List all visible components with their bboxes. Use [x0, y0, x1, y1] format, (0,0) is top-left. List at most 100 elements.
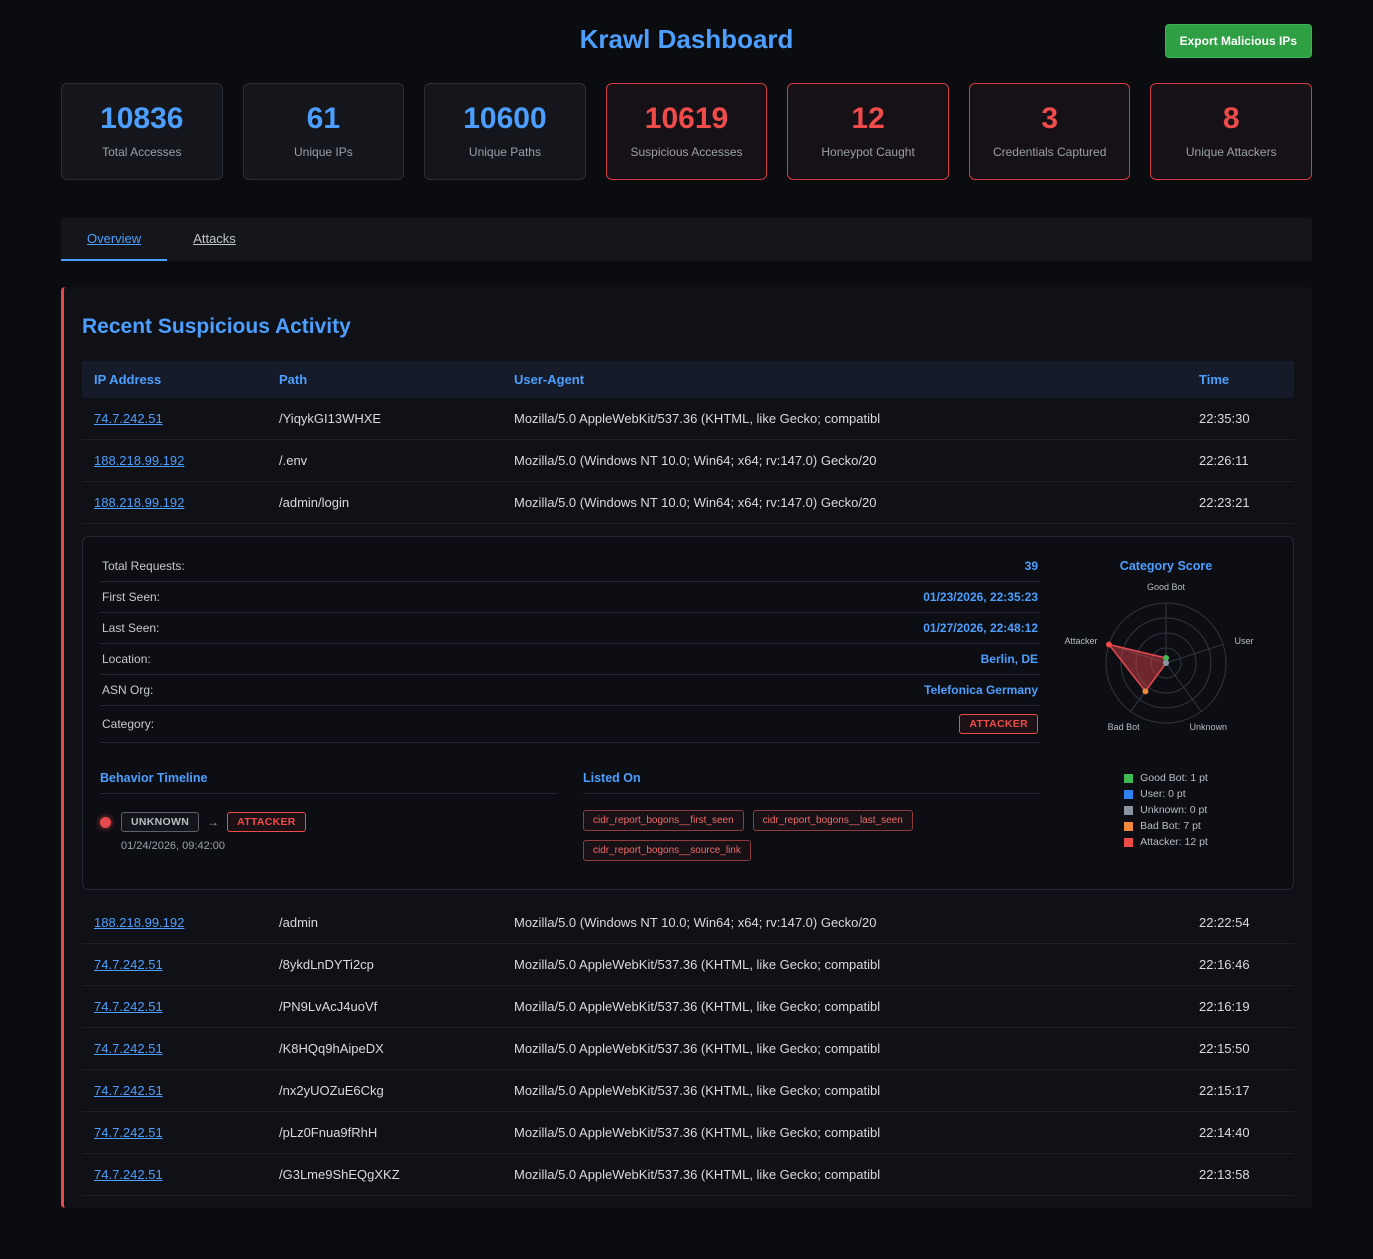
- time-cell: 22:15:50: [1187, 1028, 1294, 1069]
- path-cell: /.env: [267, 440, 502, 481]
- panel-title: Recent Suspicious Activity: [82, 315, 1294, 339]
- suspicious-activity-panel: Recent Suspicious Activity IP Address Pa…: [61, 287, 1312, 1208]
- stat-card-unique-ips: 61Unique IPs: [243, 83, 405, 180]
- timeline-timestamp: 01/24/2026, 09:42:00: [121, 840, 306, 852]
- ip-link[interactable]: 74.7.242.51: [94, 957, 163, 972]
- ip-link[interactable]: 74.7.242.51: [94, 1167, 163, 1182]
- activity-table: IP Address Path User-Agent Time 74.7.242…: [82, 361, 1294, 1196]
- svg-text:Attacker: Attacker: [1065, 636, 1098, 646]
- stat-label: Total Accesses: [68, 145, 216, 159]
- table-row[interactable]: 74.7.242.51/YiqykGI13WHXEMozilla/5.0 App…: [82, 398, 1294, 440]
- ip-link[interactable]: 74.7.242.51: [94, 1125, 163, 1140]
- user-agent-cell: Mozilla/5.0 AppleWebKit/537.36 (KHTML, l…: [502, 1028, 1187, 1069]
- time-cell: 22:15:17: [1187, 1070, 1294, 1111]
- field-label: First Seen:: [102, 590, 160, 604]
- ip-cell: 74.7.242.51: [82, 986, 267, 1027]
- user-agent-cell: Mozilla/5.0 AppleWebKit/537.36 (KHTML, l…: [502, 398, 1187, 439]
- table-row[interactable]: 188.218.99.192/admin/loginMozilla/5.0 (W…: [82, 482, 1294, 524]
- user-agent-cell: Mozilla/5.0 AppleWebKit/537.36 (KHTML, l…: [502, 944, 1187, 985]
- user-agent-cell: Mozilla/5.0 AppleWebKit/537.36 (KHTML, l…: [502, 1112, 1187, 1153]
- ip-cell: 188.218.99.192: [82, 902, 267, 943]
- stat-card-unique-attackers: 8Unique Attackers: [1150, 83, 1312, 180]
- ip-cell: 74.7.242.51: [82, 1070, 267, 1111]
- page-title: Krawl Dashboard: [61, 24, 1312, 55]
- timeline-entry: UNKNOWN → ATTACKER 01/24/2026, 09:42:00: [100, 812, 557, 852]
- stat-value: 12: [794, 102, 942, 136]
- time-cell: 22:35:30: [1187, 398, 1294, 439]
- time-cell: 22:23:21: [1187, 482, 1294, 523]
- ip-link[interactable]: 74.7.242.51: [94, 411, 163, 426]
- legend-item: Unknown: 0 pt: [1124, 804, 1208, 816]
- table-row[interactable]: 188.218.99.192 /.envMozilla/5.0 (Windows …: [82, 440, 1294, 482]
- tab-attacks[interactable]: Attacks: [167, 218, 262, 261]
- stat-label: Unique IPs: [250, 145, 398, 159]
- user-agent-cell: Mozilla/5.0 AppleWebKit/537.36 (KHTML, l…: [502, 1070, 1187, 1111]
- stat-value: 10619: [613, 102, 761, 136]
- col-header-ip: IP Address: [82, 361, 267, 398]
- legend-label: Good Bot: 1 pt: [1140, 772, 1208, 784]
- legend-item: Attacker: 12 pt: [1124, 836, 1208, 848]
- stat-card-unique-paths: 10600Unique Paths: [424, 83, 586, 180]
- category-attacker-badge: ATTACKER: [959, 714, 1038, 734]
- table-row[interactable]: 74.7.242.51/PN9LvAcJ4uoVfMozilla/5.0 App…: [82, 986, 1294, 1028]
- field-value: 39: [1025, 559, 1038, 573]
- ip-link[interactable]: 74.7.242.51: [94, 1083, 163, 1098]
- legend-label: User: 0 pt: [1140, 788, 1186, 800]
- time-cell: 22:14:40: [1187, 1112, 1294, 1153]
- stat-card-total-accesses: 10836Total Accesses: [61, 83, 223, 180]
- tab-overview[interactable]: Overview: [61, 218, 167, 261]
- rows-before: 74.7.242.51/YiqykGI13WHXEMozilla/5.0 App…: [82, 398, 1294, 524]
- detail-left: Total Requests:39First Seen:01/23/2026, …: [100, 551, 1040, 861]
- table-row[interactable]: 74.7.242.51/G3Lme9ShEQgXKZMozilla/5.0 Ap…: [82, 1154, 1294, 1196]
- stat-label: Credentials Captured: [976, 145, 1124, 159]
- table-row[interactable]: 74.7.242.51/pLz0Fnua9fRhHMozilla/5.0 App…: [82, 1112, 1294, 1154]
- table-row[interactable]: 188.218.99.192/adminMozilla/5.0 (Windows…: [82, 902, 1294, 944]
- ip-cell: 74.7.242.51: [82, 1028, 267, 1069]
- svg-text:User: User: [1234, 636, 1253, 646]
- stat-card-credentials-captured: 3 Credentials Captured: [969, 83, 1131, 180]
- field-value: Berlin, DE: [981, 652, 1038, 666]
- field-label: Last Seen:: [102, 621, 159, 635]
- ip-link[interactable]: 188.218.99.192: [94, 915, 184, 930]
- ip-link[interactable]: 188.218.99.192: [94, 495, 184, 510]
- ip-cell: 74.7.242.51: [82, 1154, 267, 1195]
- ip-link[interactable]: 74.7.242.51: [94, 999, 163, 1014]
- stat-label: Unique Attackers: [1157, 145, 1305, 159]
- ip-link[interactable]: 74.7.242.51: [94, 1041, 163, 1056]
- ip-cell: 74.7.242.51: [82, 944, 267, 985]
- table-row[interactable]: 74.7.242.51/8ykdLnDYTi2cpMozilla/5.0 App…: [82, 944, 1294, 986]
- ip-link[interactable]: 188.218.99.192: [94, 453, 184, 468]
- table-row[interactable]: 74.7.242.51/K8HQq9hAipeDXMozilla/5.0 App…: [82, 1028, 1294, 1070]
- detail-subsections: Behavior Timeline UNKNOWN → ATTACKER: [100, 771, 1040, 861]
- time-cell: 22:22:54: [1187, 902, 1294, 943]
- category-row: Category: ATTACKER: [100, 706, 1040, 743]
- tab-bar: OverviewAttacks: [61, 218, 1312, 261]
- ip-cell: 188.218.99.192: [82, 440, 267, 481]
- behavior-timeline-section: Behavior Timeline UNKNOWN → ATTACKER: [100, 771, 557, 861]
- radar-chart-svg: Good BotUserUnknownBad BotAttacker: [1056, 577, 1276, 755]
- detail-field-row: Last Seen: 01/27/2026, 22:48:12: [100, 613, 1040, 644]
- svg-text:Bad Bot: Bad Bot: [1108, 722, 1141, 732]
- col-header-time: Time: [1187, 361, 1294, 398]
- export-malicious-ips-button[interactable]: Export Malicious IPs: [1165, 24, 1312, 58]
- user-agent-cell: Mozilla/5.0 (Windows NT 10.0; Win64; x64…: [502, 440, 1187, 481]
- listed-on-badges: cidr_report_bogons__first_seencidr_repor…: [583, 810, 1040, 861]
- path-cell: /nx2yUOZuE6Ckg: [267, 1070, 502, 1111]
- legend-item: Good Bot: 1 pt: [1124, 772, 1208, 784]
- timeline-from-badge: UNKNOWN: [121, 812, 199, 832]
- stat-label: Unique Paths: [431, 145, 579, 159]
- field-label: ASN Org:: [102, 683, 153, 697]
- legend-label: Bad Bot: 7 pt: [1140, 820, 1201, 832]
- timeline-to-badge: ATTACKER: [227, 812, 306, 832]
- ip-detail-panel: Total Requests:39First Seen:01/23/2026, …: [82, 536, 1294, 890]
- legend-swatch: [1124, 838, 1133, 847]
- field-value: Telefonica Germany: [924, 683, 1038, 697]
- field-label: Location:: [102, 652, 151, 666]
- ip-cell: 74.7.242.51: [82, 398, 267, 439]
- table-row[interactable]: 74.7.242.51/nx2yUOZuE6CkgMozilla/5.0 App…: [82, 1070, 1294, 1112]
- col-header-user-agent: User-Agent: [502, 361, 1187, 398]
- legend-label: Attacker: 12 pt: [1140, 836, 1208, 848]
- stat-label: Honeypot Caught: [794, 145, 942, 159]
- field-value: 01/27/2026, 22:48:12: [923, 621, 1038, 635]
- stat-value: 3: [976, 102, 1124, 136]
